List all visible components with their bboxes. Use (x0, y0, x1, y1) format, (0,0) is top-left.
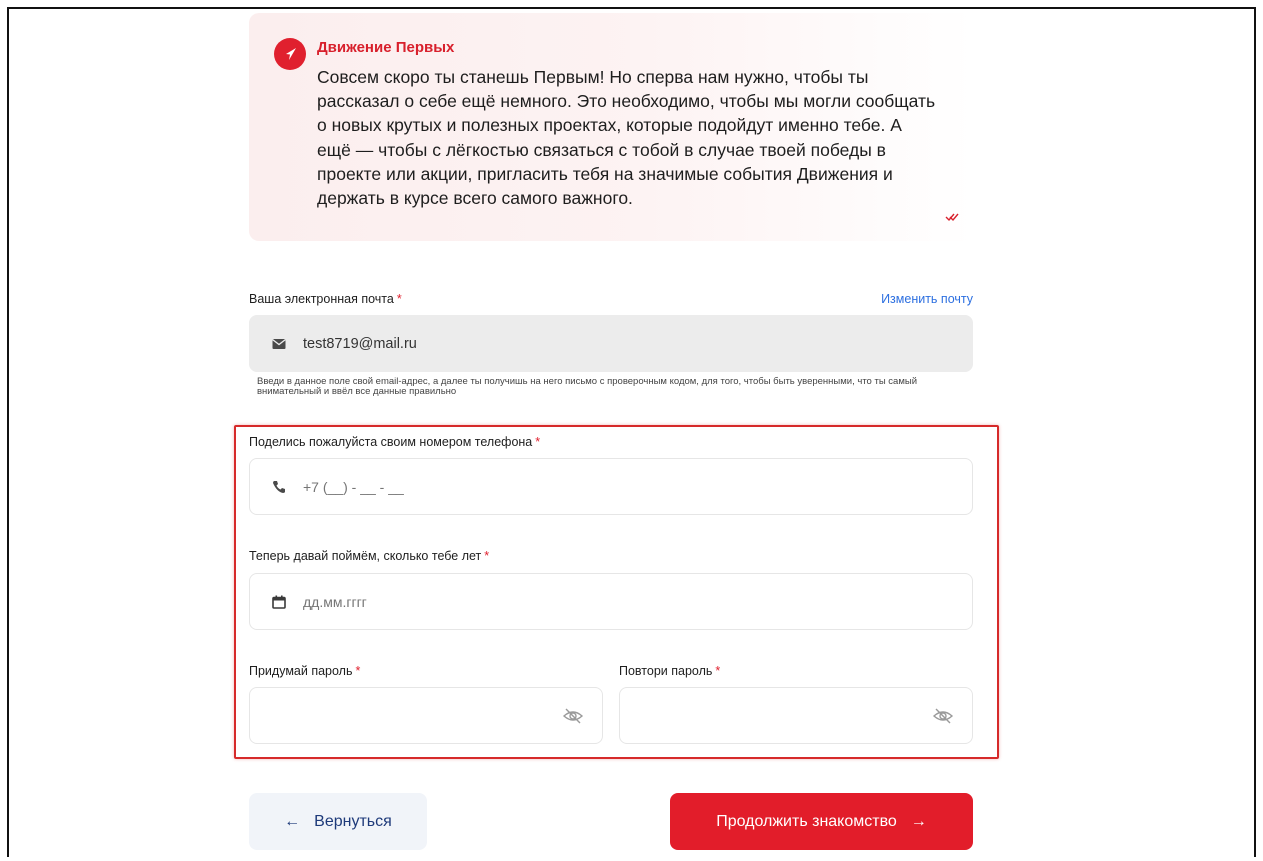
birthdate-label: Теперь давай поймём, сколько тебе лет * (249, 549, 490, 563)
password-repeat-label: Повтори пароль * (619, 664, 721, 678)
movement-logo-icon (274, 38, 306, 70)
phone-label: Поделись пожалуйста своим номером телефо… (249, 435, 541, 449)
calendar-icon (272, 595, 286, 609)
arrow-left-icon: ← (284, 812, 301, 830)
continue-button-label: Продолжить знакомство (716, 812, 897, 830)
password-field[interactable] (249, 687, 603, 744)
mail-icon (272, 338, 286, 349)
password-repeat-input[interactable] (638, 688, 890, 743)
password-repeat-field[interactable] (619, 687, 973, 744)
change-email-link[interactable]: Изменить почту (881, 292, 973, 306)
email-label: Ваша электронная почта * (249, 292, 402, 306)
back-button[interactable]: ← Вернуться (249, 793, 427, 850)
email-hint: Введи в данное поле свой email-адрес, а … (257, 376, 917, 397)
read-check-icon (945, 209, 959, 227)
email-value: test8719@mail.ru (303, 335, 417, 352)
email-field: test8719@mail.ru (249, 315, 973, 372)
phone-icon (272, 480, 286, 494)
password-label: Придумай пароль * (249, 664, 361, 678)
arrow-right-icon: → (910, 812, 927, 830)
phone-input[interactable] (303, 459, 925, 514)
hide-password-repeat-icon[interactable] (932, 707, 954, 725)
password-input[interactable] (268, 688, 520, 743)
message-author: Движение Первых (317, 39, 455, 56)
hide-password-icon[interactable] (562, 707, 584, 725)
phone-field[interactable] (249, 458, 973, 515)
continue-button[interactable]: Продолжить знакомство → (670, 793, 973, 850)
back-button-label: Вернуться (314, 812, 392, 830)
message-text: Совсем скоро ты станешь Первым! Но сперв… (317, 67, 936, 209)
welcome-message-card: Движение Первых Совсем скоро ты станешь … (249, 13, 973, 241)
birthdate-input[interactable] (303, 574, 925, 629)
birthdate-field[interactable] (249, 573, 973, 630)
